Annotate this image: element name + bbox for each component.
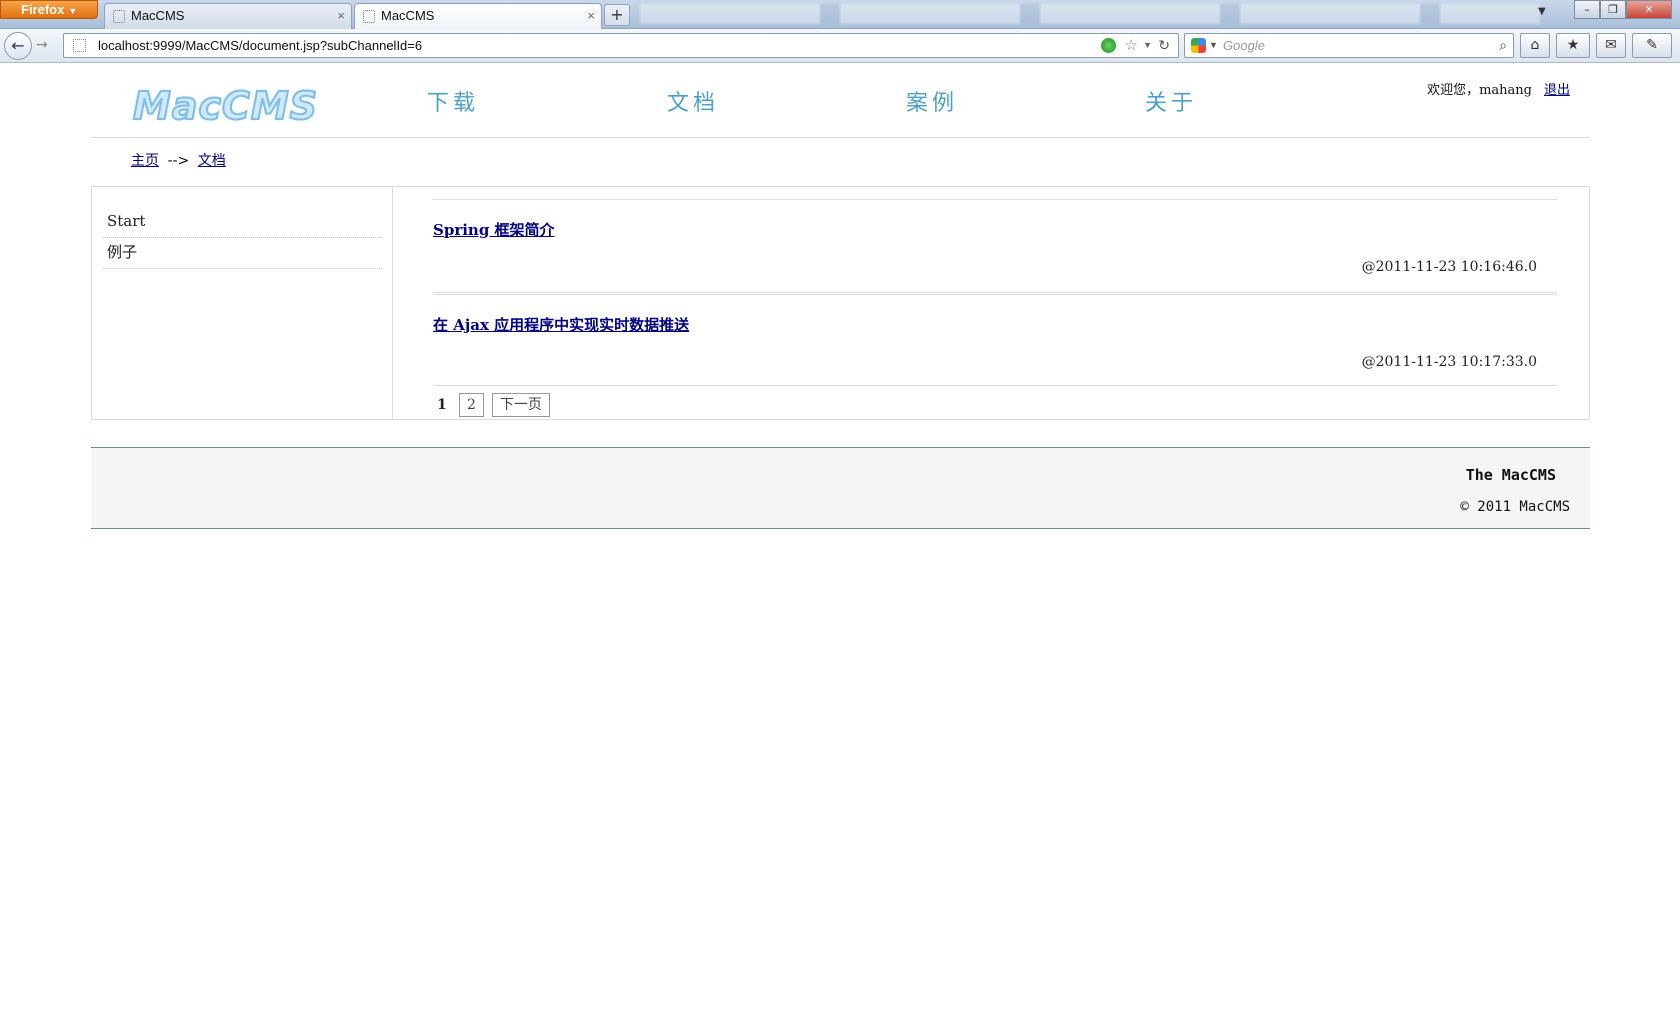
- nav-download[interactable]: 下载: [427, 85, 479, 117]
- page-favicon-icon: [363, 10, 375, 23]
- chevron-down-icon: ▼: [68, 6, 78, 16]
- sidebar-item-start[interactable]: Start: [103, 207, 382, 238]
- footer-title: The MacCMS: [1465, 466, 1556, 484]
- current-page: 1: [437, 397, 447, 413]
- search-placeholder: Google: [1223, 38, 1265, 53]
- list-item: Spring 框架简介 @2011-11-23 10:16:46.0: [433, 199, 1557, 292]
- welcome-text: 欢迎您，mahang: [1427, 83, 1532, 98]
- home-icon[interactable]: ⌂: [1520, 33, 1550, 58]
- document-title-link[interactable]: 在 Ajax 应用程序中实现实时数据推送: [433, 314, 689, 335]
- forward-arrow-icon[interactable]: →: [36, 37, 48, 53]
- nav-documents[interactable]: 文档: [667, 85, 719, 117]
- history-dropdown-icon[interactable]: ▼: [1143, 34, 1152, 57]
- breadcrumb-current[interactable]: 文档: [198, 153, 226, 169]
- firefox-menu-label: Firefox: [21, 2, 65, 17]
- site-header: MacCMS 下载 文档 案例 关于 欢迎您，mahang 退出: [91, 64, 1590, 138]
- page-favicon-icon: [113, 10, 125, 23]
- tab-close-icon[interactable]: ×: [587, 4, 595, 28]
- user-welcome: 欢迎您，mahang 退出: [1427, 79, 1570, 98]
- tab-list-chevron-icon[interactable]: ▼: [1538, 6, 1546, 17]
- browser-tab-2[interactable]: MacCMS ×: [354, 3, 602, 30]
- document-list: Spring 框架简介 @2011-11-23 10:16:46.0 在 Aja…: [433, 199, 1557, 421]
- browser-tab-1[interactable]: MacCMS ×: [104, 3, 352, 29]
- maximize-icon[interactable]: ❐: [1600, 0, 1626, 19]
- breadcrumb-home[interactable]: 主页: [131, 153, 159, 169]
- search-icon[interactable]: ⌕: [1499, 34, 1507, 57]
- new-tab-button[interactable]: +: [604, 4, 630, 26]
- url-text: localhost:9999/MacCMS/document.jsp?subCh…: [98, 38, 423, 53]
- site-identity-icon[interactable]: [73, 39, 86, 52]
- site-logo[interactable]: MacCMS: [132, 83, 318, 129]
- firefox-menu-button[interactable]: Firefox ▼: [0, 0, 98, 19]
- bookmark-star-icon[interactable]: ☆: [1125, 34, 1138, 57]
- search-engine-icon[interactable]: [1191, 38, 1206, 53]
- tab-title: MacCMS: [131, 8, 185, 23]
- document-date: @2011-11-23 10:16:46.0: [1361, 259, 1537, 275]
- browser-tab-bar: Firefox ▼ MacCMS × MacCMS × + ▼ – ❐ ✕: [0, 0, 1680, 30]
- tab-close-icon[interactable]: ×: [337, 4, 345, 28]
- footer-copyright: © 2011 MacCMS: [1460, 499, 1570, 515]
- list-item: 在 Ajax 应用程序中实现实时数据推送 @2011-11-23 10:17:3…: [433, 292, 1557, 385]
- logout-link[interactable]: 退出: [1544, 83, 1570, 98]
- address-bar[interactable]: localhost:9999/MacCMS/document.jsp?subCh…: [63, 33, 1179, 58]
- nav-about[interactable]: 关于: [1145, 85, 1197, 117]
- search-input[interactable]: ▼ Google ⌕: [1184, 33, 1514, 58]
- addon-icon[interactable]: ✎: [1632, 33, 1672, 58]
- breadcrumb: 主页 --> 文档: [131, 150, 226, 170]
- browser-navigation-bar: ← → localhost:9999/MacCMS/document.jsp?s…: [0, 29, 1680, 63]
- pagination: 1 2 下一页: [433, 385, 1557, 421]
- back-arrow-icon[interactable]: ←: [4, 32, 32, 60]
- mail-icon[interactable]: ✉: [1596, 33, 1626, 58]
- search-engine-dropdown-icon[interactable]: ▼: [1209, 34, 1218, 57]
- reload-icon[interactable]: ↻: [1158, 34, 1170, 57]
- next-page-button[interactable]: 下一页: [491, 393, 550, 417]
- document-title-link[interactable]: Spring 框架简介: [433, 219, 555, 240]
- site-footer: The MacCMS © 2011 MacCMS: [91, 447, 1590, 529]
- go-icon[interactable]: [1101, 38, 1116, 53]
- sidebar-item-examples[interactable]: 例子: [103, 238, 382, 269]
- content-panel: Start 例子 Spring 框架简介 @2011-11-23 10:16:4…: [91, 186, 1590, 420]
- nav-cases[interactable]: 案例: [906, 85, 958, 117]
- document-date: @2011-11-23 10:17:33.0: [1361, 354, 1537, 370]
- minimize-icon[interactable]: –: [1574, 0, 1600, 19]
- sidebar: Start 例子: [92, 187, 393, 419]
- window-controls: – ❐ ✕: [1574, 0, 1674, 20]
- page-2-button[interactable]: 2: [459, 393, 484, 417]
- breadcrumb-separator: -->: [167, 153, 190, 169]
- bookmarks-icon[interactable]: ★: [1556, 33, 1590, 58]
- blurred-background-area: [640, 4, 1540, 24]
- tab-title: MacCMS: [381, 8, 435, 23]
- window-close-icon[interactable]: ✕: [1626, 0, 1672, 19]
